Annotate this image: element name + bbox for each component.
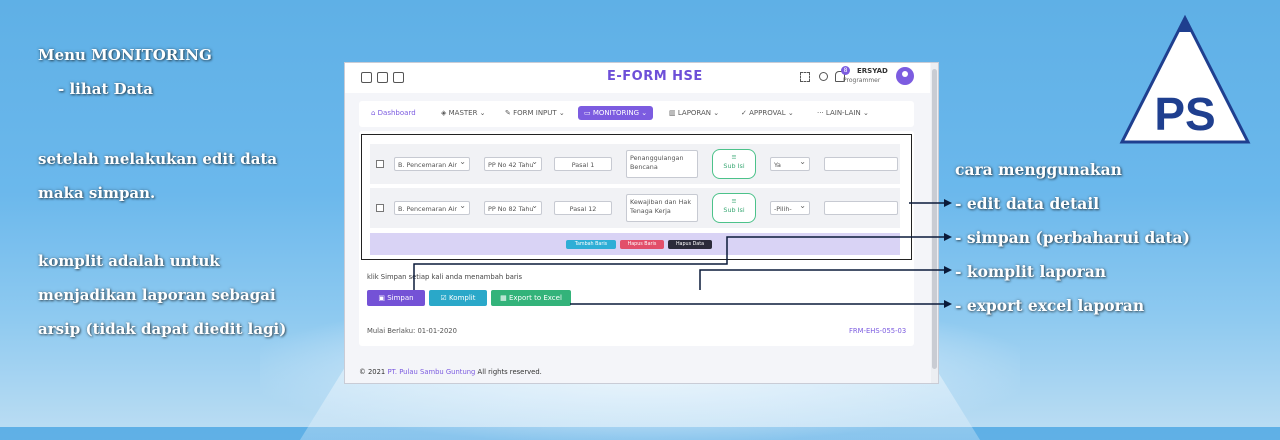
annotation-lines (413, 199, 952, 308)
